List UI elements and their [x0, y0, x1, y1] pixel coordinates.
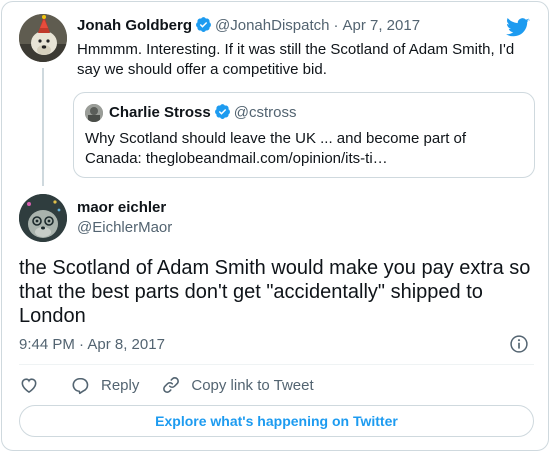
- avatar-image: [85, 104, 103, 122]
- quoted-author-name: Charlie Stross: [109, 104, 211, 121]
- twitter-bird-icon[interactable]: [506, 18, 530, 38]
- verified-badge-icon: [214, 104, 230, 119]
- verified-badge-icon: [196, 17, 211, 32]
- main-author-name[interactable]: maor eichler: [77, 198, 166, 218]
- parent-author-handle[interactable]: @JonahDispatch: [215, 17, 329, 34]
- tweet-actions-bar: Reply Copy link to Tweet: [19, 374, 336, 396]
- main-author-handle[interactable]: @EichlerMaor: [77, 218, 172, 238]
- avatar-image: [19, 14, 67, 62]
- reply-label: Reply: [101, 376, 140, 394]
- parent-tweet-text: Hmmmm. Interesting. If it was still the …: [77, 41, 515, 78]
- quoted-tweet-header: Charlie Stross @cstross: [109, 103, 296, 123]
- main-author-avatar[interactable]: [19, 194, 67, 242]
- tweet-timestamp[interactable]: 9:44 PM · Apr 8, 2017: [19, 335, 165, 355]
- copy-link-button[interactable]: Copy link to Tweet: [161, 375, 314, 395]
- actions-divider: [19, 364, 534, 365]
- link-icon: [163, 377, 180, 393]
- quoted-author-avatar: [85, 104, 103, 122]
- parent-tweet-date[interactable]: Apr 7, 2017: [342, 17, 420, 34]
- explore-twitter-button[interactable]: Explore what's happening on Twitter: [19, 405, 534, 437]
- like-button[interactable]: [19, 375, 49, 395]
- parent-author-name[interactable]: Jonah Goldberg: [77, 17, 192, 34]
- thread-connector-line: [42, 68, 44, 186]
- reply-icon: [72, 377, 89, 395]
- explore-button-label: Explore what's happening on Twitter: [155, 413, 398, 429]
- copy-link-label: Copy link to Tweet: [191, 376, 314, 394]
- quoted-author-handle: @cstross: [233, 104, 297, 121]
- info-icon[interactable]: [509, 334, 529, 354]
- header-separator: ·: [333, 17, 339, 34]
- parent-author-avatar[interactable]: [19, 14, 67, 62]
- quoted-tweet-card[interactable]: Charlie Stross @cstross Why Scotland shou…: [73, 92, 535, 178]
- main-tweet-text: the Scotland of Adam Smith would make yo…: [19, 257, 531, 327]
- quoted-tweet-text: Why Scotland should leave the UK ... and…: [85, 130, 467, 167]
- parent-tweet-header: Jonah Goldberg @JonahDispatch · Apr 7, 2017: [77, 16, 420, 36]
- heart-icon: [21, 378, 37, 394]
- tweet-embed-card: Jonah Goldberg @JonahDispatch · Apr 7, 2017…: [1, 1, 549, 451]
- avatar-image: [19, 194, 67, 242]
- reply-button[interactable]: Reply: [71, 375, 139, 395]
